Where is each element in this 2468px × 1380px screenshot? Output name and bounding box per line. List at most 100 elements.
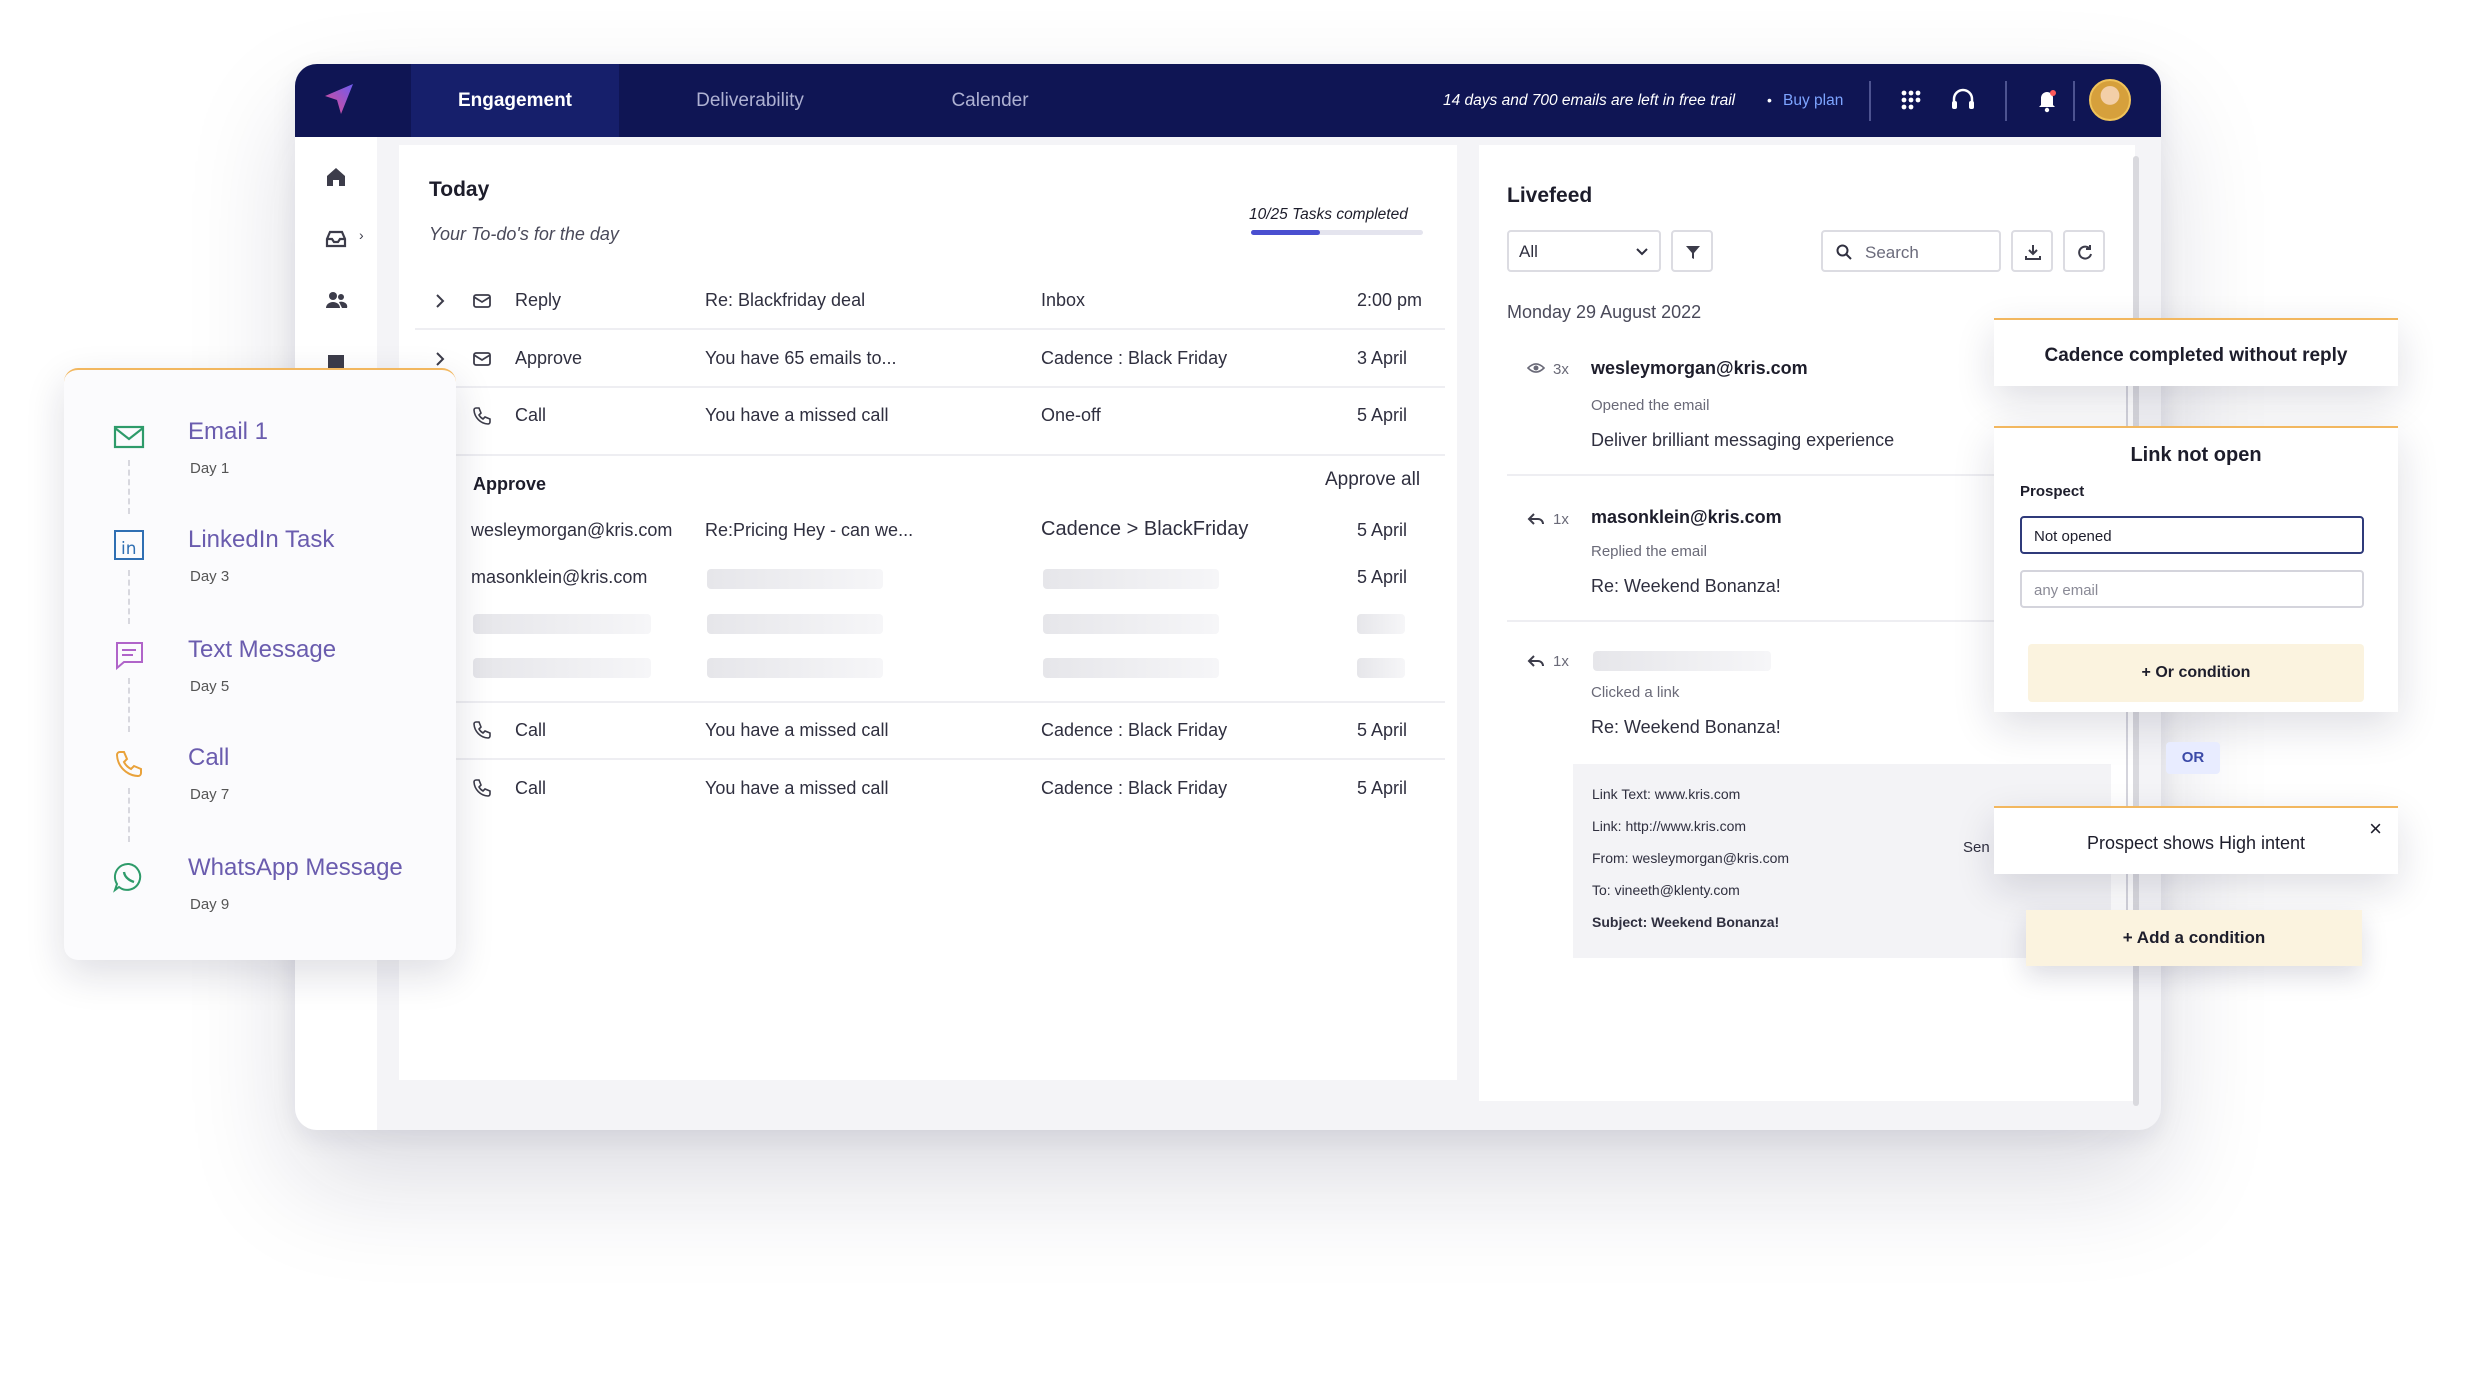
- email-icon: [473, 352, 491, 366]
- row-divider: [415, 701, 1445, 703]
- prospect-label: Prospect: [2020, 483, 2085, 500]
- tab-deliverability[interactable]: Deliverability: [645, 64, 855, 137]
- step-day: Day 5: [190, 678, 230, 695]
- or-condition-button[interactable]: + Or condition: [2028, 644, 2364, 702]
- contacts-icon[interactable]: [323, 287, 349, 313]
- inbox-icon[interactable]: [323, 225, 349, 251]
- email-icon: [473, 294, 491, 308]
- task-source: Cadence : Black Friday: [1041, 348, 1228, 368]
- apps-grid-icon[interactable]: [1895, 84, 1927, 116]
- event-message[interactable]: Deliver brilliant messaging experience: [1591, 430, 1894, 451]
- top-navbar: Engagement Deliverability Calender 14 da…: [295, 64, 2161, 137]
- avatar[interactable]: [2089, 79, 2131, 121]
- download-button[interactable]: [2011, 230, 2053, 272]
- task-subject[interactable]: You have a missed call: [705, 720, 888, 741]
- event-contact[interactable]: masonklein@kris.com: [1591, 507, 1782, 528]
- message-icon: [116, 642, 143, 671]
- task-subject[interactable]: Re: Blackfriday deal: [705, 290, 865, 311]
- step-name[interactable]: LinkedIn Task: [188, 526, 334, 554]
- skeleton-placeholder: [707, 658, 883, 678]
- skeleton-placeholder: [1357, 658, 1405, 678]
- chevron-right-icon[interactable]: [429, 348, 451, 370]
- task-source: Cadence : Black Friday: [1041, 778, 1228, 798]
- link-url[interactable]: Link: http://www.kris.com: [1592, 818, 1746, 834]
- tab-calender[interactable]: Calender: [885, 64, 1095, 137]
- task-type: Call: [515, 405, 547, 425]
- truncated-text: Sen: [1963, 839, 1990, 856]
- approve-all-button[interactable]: Approve all: [1325, 469, 1420, 491]
- step-day: Day 3: [190, 568, 230, 585]
- task-time: 3 April: [1357, 348, 1408, 368]
- prospect-status-field[interactable]: Not opened: [2020, 516, 2364, 554]
- link-to: To: vineeth@klenty.com: [1592, 882, 1740, 898]
- close-icon[interactable]: ×: [2369, 816, 2382, 842]
- task-subject[interactable]: You have a missed call: [705, 405, 888, 426]
- condition-high-intent-card[interactable]: Prospect shows High intent ×: [1994, 806, 2398, 874]
- add-condition-button[interactable]: + Add a condition: [2026, 910, 2362, 966]
- condition-completed-card[interactable]: Cadence completed without reply: [1994, 318, 2398, 386]
- buy-plan-link[interactable]: Buy plan: [1783, 64, 1843, 137]
- task-subject[interactable]: You have a missed call: [705, 778, 888, 799]
- row-divider: [415, 758, 1445, 760]
- step-name[interactable]: Text Message: [188, 636, 336, 664]
- task-type: Approve: [515, 348, 583, 368]
- refresh-button[interactable]: [2063, 230, 2105, 272]
- email-condition-field[interactable]: any email: [2020, 570, 2364, 608]
- skeleton-placeholder: [473, 658, 651, 678]
- event-count: 3x: [1553, 361, 1569, 378]
- bell-icon[interactable]: [2031, 84, 2063, 116]
- search-placeholder: Search: [1865, 243, 1919, 262]
- task-time: 2:00 pm: [1357, 290, 1423, 310]
- row-divider: [415, 386, 1445, 388]
- home-icon[interactable]: [323, 164, 349, 190]
- chevron-right-icon[interactable]: [429, 290, 451, 312]
- rail-chevron[interactable]: ›: [359, 227, 364, 243]
- livefeed-date: Monday 29 August 2022: [1507, 302, 1702, 322]
- approve-subject[interactable]: Re:Pricing Hey - can we...: [705, 520, 913, 541]
- event-contact[interactable]: wesleymorgan@kris.com: [1591, 358, 1808, 379]
- step-name[interactable]: WhatsApp Message: [188, 854, 403, 882]
- condition-title: Link not open: [2130, 444, 2262, 466]
- step-name[interactable]: Call: [188, 744, 229, 772]
- livefeed-filter-select[interactable]: All: [1507, 230, 1661, 272]
- step-name[interactable]: Email 1: [188, 418, 268, 446]
- task-subject[interactable]: You have 65 emails to...: [705, 348, 896, 369]
- divider: [2005, 81, 2007, 121]
- filter-button[interactable]: [1671, 230, 1713, 272]
- link-text: Link Text: www.kris.com: [1592, 786, 1741, 802]
- phone-icon: [473, 721, 491, 739]
- sequence-steps-card: Email 1 Day 1 in LinkedIn Task Day 3 Tex…: [64, 368, 456, 960]
- skeleton-placeholder: [707, 614, 883, 634]
- phone-icon: [473, 407, 491, 425]
- whatsapp-icon: [113, 862, 142, 893]
- row-divider: [415, 328, 1445, 330]
- event-message[interactable]: Re: Weekend Bonanza!: [1591, 717, 1781, 738]
- tab-engagement[interactable]: Engagement: [411, 64, 619, 137]
- skeleton-placeholder: [1593, 651, 1771, 671]
- todo-subtitle: Your To-do's for the day: [429, 224, 619, 244]
- livefeed-title: Livefeed: [1507, 184, 1593, 207]
- logo-icon[interactable]: [317, 78, 361, 122]
- step-connector: [128, 678, 130, 732]
- skeleton-placeholder: [1357, 614, 1405, 634]
- skeleton-placeholder: [707, 569, 883, 589]
- task-type: Reply: [515, 290, 562, 310]
- todo-title: Today: [429, 178, 490, 201]
- divider: [1869, 81, 1871, 121]
- livefeed-search-input[interactable]: Search: [1821, 230, 2001, 272]
- condition-connector: [2126, 712, 2128, 812]
- tasks-progress-fill: [1251, 230, 1320, 235]
- condition-title: Cadence completed without reply: [2044, 345, 2348, 366]
- headset-icon[interactable]: [1947, 84, 1979, 116]
- skeleton-placeholder: [1043, 569, 1219, 589]
- condition-connector: [2126, 386, 2128, 426]
- event-message[interactable]: Re: Weekend Bonanza!: [1591, 576, 1781, 597]
- reply-icon: [1527, 513, 1544, 525]
- tasks-progress-bar: [1251, 230, 1423, 235]
- event-action: Replied the email: [1591, 543, 1707, 560]
- approve-email: masonklein@kris.com: [471, 567, 648, 587]
- linkedin-icon: in: [114, 530, 144, 560]
- step-connector: [128, 570, 130, 624]
- link-subject: Subject: Weekend Bonanza!: [1592, 914, 1780, 930]
- phone-icon: [473, 779, 491, 797]
